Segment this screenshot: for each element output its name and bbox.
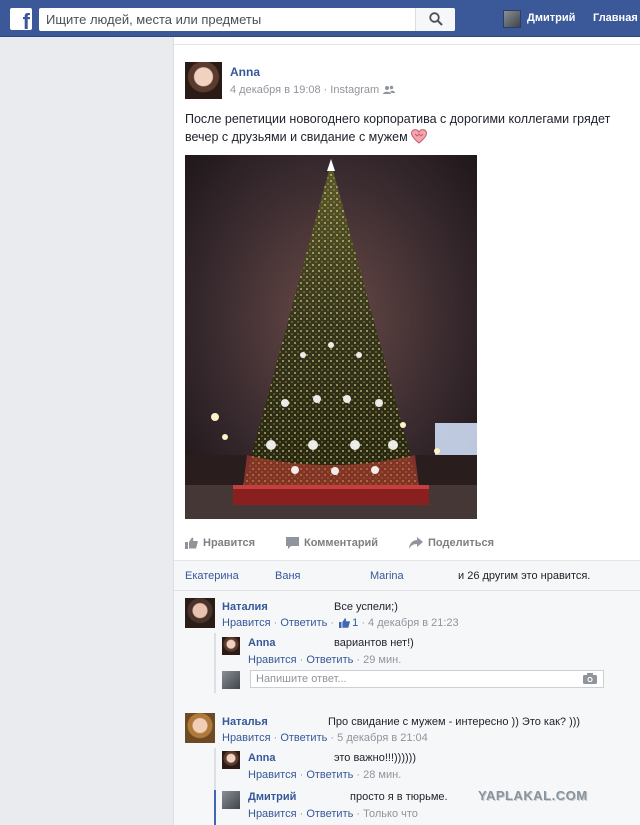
heart-icon (411, 129, 428, 149)
reply-author[interactable]: Anna (248, 752, 276, 764)
post-text: После репетиции новогоднего корпоратива … (185, 110, 625, 149)
reply-meta: Нравится · Ответить · 28 мин. (248, 769, 402, 781)
author-avatar[interactable] (185, 62, 222, 99)
reply-meta: Нравится · Ответить · Только что (248, 808, 418, 820)
likes-others[interactable]: и 26 другим это нравится. (458, 570, 590, 582)
comment-meta: Нравится · Ответить · 1 · 4 декабря в 21… (222, 617, 459, 631)
comments-section: Екатерина Ваня Marina и 26 другим это нр… (174, 560, 640, 825)
post-source[interactable]: Instagram (330, 84, 379, 96)
reply-like-link[interactable]: Нравится (248, 654, 297, 666)
search-input[interactable] (39, 8, 419, 31)
search-bar (39, 8, 455, 31)
comment-reply-link[interactable]: Ответить (280, 732, 327, 744)
comment-like-link[interactable]: Нравится (222, 732, 271, 744)
reply-avatar[interactable] (222, 637, 240, 655)
comment-text: Про свидание с мужем - интересно )) Это … (328, 716, 581, 728)
reply-time[interactable]: Только что (363, 808, 418, 820)
home-link[interactable]: Главная (593, 12, 638, 24)
reply-thread-line (214, 633, 216, 693)
logo-letter: f (22, 9, 30, 31)
card-divider (174, 37, 640, 45)
liker-link[interactable]: Marina (370, 570, 404, 582)
reply-thread-line-active (214, 790, 216, 825)
reply-thread-line (214, 748, 216, 790)
reply-text: просто я в тюрьме. (350, 791, 448, 803)
comment-time[interactable]: 5 декабря в 21:04 (337, 732, 428, 744)
comment-icon (286, 537, 299, 549)
comment-text: Все успели;) (334, 601, 398, 613)
post-timestamp[interactable]: 4 декабря в 19:08 (230, 84, 321, 96)
author-name[interactable]: Anna (230, 65, 260, 79)
comment-like-count[interactable]: 1 (352, 617, 358, 629)
reply-time[interactable]: 28 мин. (363, 769, 401, 781)
reply-input[interactable] (251, 671, 541, 687)
likes-summary: Екатерина Ваня Marina и 26 другим это нр… (174, 561, 640, 591)
like-label: Нравится (203, 537, 256, 549)
thumbs-up-icon (185, 537, 198, 549)
like-count-icon (339, 618, 351, 631)
commenter-avatar[interactable] (185, 713, 215, 743)
christmas-tree-image (185, 155, 477, 519)
facebook-logo[interactable]: f (10, 8, 32, 30)
reply-time[interactable]: 29 мин. (363, 654, 401, 666)
post-actions: Нравится Комментарий Поделиться (174, 534, 640, 556)
post-text-content: После репетиции новогоднего корпоратива … (185, 112, 611, 144)
reply-author[interactable]: Дмитрий (248, 791, 296, 803)
liker-link[interactable]: Ваня (275, 570, 301, 582)
watermark: YAPLAKAL.COM (478, 788, 588, 803)
reply-text: это важно!!!)))))) (334, 752, 416, 764)
comment-author[interactable]: Наталья (222, 716, 268, 728)
reply-box (250, 670, 604, 688)
search-icon (429, 12, 443, 26)
comment-label: Комментарий (304, 537, 379, 549)
camera-icon[interactable] (583, 673, 597, 684)
comment-like-link[interactable]: Нравится (222, 617, 271, 629)
reply-avatar[interactable] (222, 791, 240, 809)
top-navigation-bar: f Дмитрий Главная (0, 0, 640, 37)
commenter-avatar[interactable] (185, 598, 215, 628)
comment-button[interactable]: Комментарий (286, 537, 378, 549)
reply-like-link[interactable]: Нравится (248, 808, 297, 820)
reply-like-link[interactable]: Нравится (248, 769, 297, 781)
friends-icon[interactable] (383, 85, 396, 98)
reply-meta: Нравится · Ответить · 29 мин. (248, 654, 402, 666)
profile-link[interactable]: Дмитрий (527, 12, 575, 24)
user-avatar[interactable] (503, 10, 521, 28)
meta-separator: · (323, 84, 328, 96)
post-meta: 4 декабря в 19:08 · Instagram (230, 84, 396, 98)
reply-author[interactable]: Anna (248, 637, 276, 649)
comment-time[interactable]: 4 декабря в 21:23 (368, 617, 459, 629)
post-photo[interactable] (185, 155, 477, 519)
comment-author[interactable]: Наталия (222, 601, 268, 613)
share-button[interactable]: Поделиться (409, 537, 494, 549)
reply-reply-link[interactable]: Ответить (306, 654, 353, 666)
reply-text: вариантов нет!) (334, 637, 414, 649)
comment-meta: Нравится · Ответить · 5 декабря в 21:04 (222, 732, 428, 744)
share-icon (409, 537, 423, 549)
my-avatar (222, 671, 240, 689)
liker-link[interactable]: Екатерина (185, 570, 239, 582)
comment-reply-link[interactable]: Ответить (280, 617, 327, 629)
like-button[interactable]: Нравится (185, 537, 255, 549)
reply-avatar[interactable] (222, 751, 240, 769)
post-card: Anna 4 декабря в 19:08 · Instagram После р… (173, 37, 640, 825)
reply-reply-link[interactable]: Ответить (306, 769, 353, 781)
share-label: Поделиться (428, 537, 495, 549)
search-button[interactable] (415, 8, 455, 31)
reply-reply-link[interactable]: Ответить (306, 808, 353, 820)
